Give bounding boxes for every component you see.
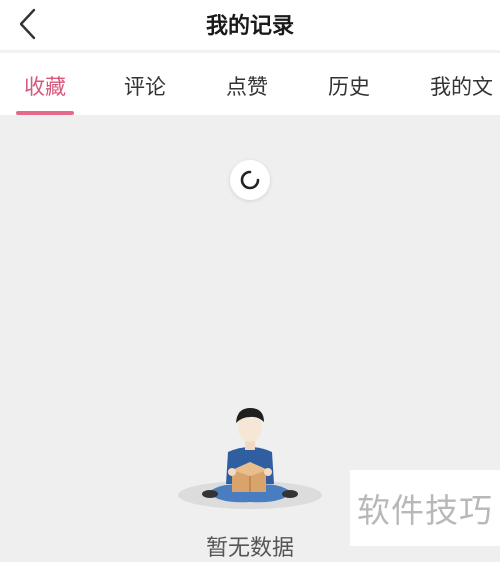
tab-favorites[interactable]: 收藏 — [24, 71, 66, 101]
person-opening-box-illustration — [178, 408, 322, 509]
tab-bar: 收藏 评论 点赞 历史 我的文 — [0, 53, 500, 115]
loading-spinner — [230, 160, 270, 200]
watermark-text: 软件技巧 — [357, 491, 493, 530]
loading-spinner-icon — [240, 170, 260, 190]
header-bar: 我的记录 — [0, 0, 500, 50]
empty-state-illustration — [170, 400, 330, 525]
active-tab-indicator — [16, 111, 74, 115]
tab-comments[interactable]: 评论 — [124, 71, 166, 101]
tab-my-articles[interactable]: 我的文 — [430, 71, 493, 101]
empty-state-text: 暂无数据 — [205, 536, 294, 561]
tab-likes[interactable]: 点赞 — [226, 71, 268, 101]
tab-history[interactable]: 历史 — [328, 71, 370, 101]
watermark: 软件技巧 — [350, 470, 500, 546]
page-title: 我的记录 — [205, 14, 294, 39]
